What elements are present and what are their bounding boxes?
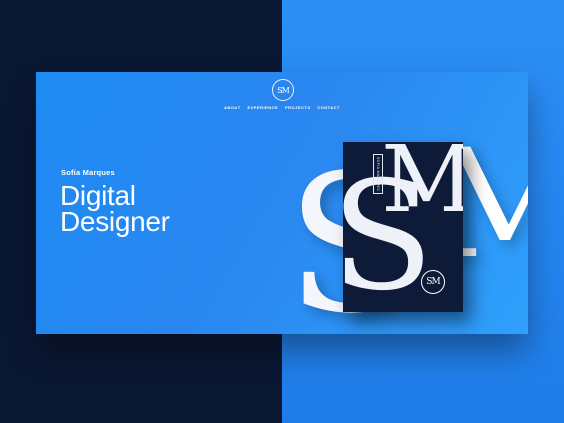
logo[interactable]: SM <box>272 79 294 101</box>
book-logo-monogram: SM <box>426 277 440 287</box>
logo-monogram: SM <box>277 85 290 95</box>
book-spine-label: SOFIA MARQUES <box>373 154 383 194</box>
book-logo: SM <box>421 270 445 294</box>
nav-item-contact[interactable]: CONTACT <box>317 105 340 110</box>
main-nav: ABOUT EXPERIENCE PROJECTS CONTACT <box>224 105 340 110</box>
nav-item-about[interactable]: ABOUT <box>224 105 241 110</box>
nav-item-projects[interactable]: PROJECTS <box>285 105 311 110</box>
book-letter-m: M <box>381 142 463 233</box>
book-spine-text: SOFIA MARQUES <box>376 156 380 192</box>
headline-line-2: Designer <box>60 206 170 237</box>
hero-card: SM ABOUT EXPERIENCE PROJECTS CONTACT Sof… <box>36 72 528 334</box>
designer-name: Sofia Marques <box>61 168 115 177</box>
book-mockup: S M SOFIA MARQUES SM <box>343 142 463 312</box>
headline: Digital Designer <box>60 182 170 237</box>
nav-item-experience[interactable]: EXPERIENCE <box>247 105 278 110</box>
